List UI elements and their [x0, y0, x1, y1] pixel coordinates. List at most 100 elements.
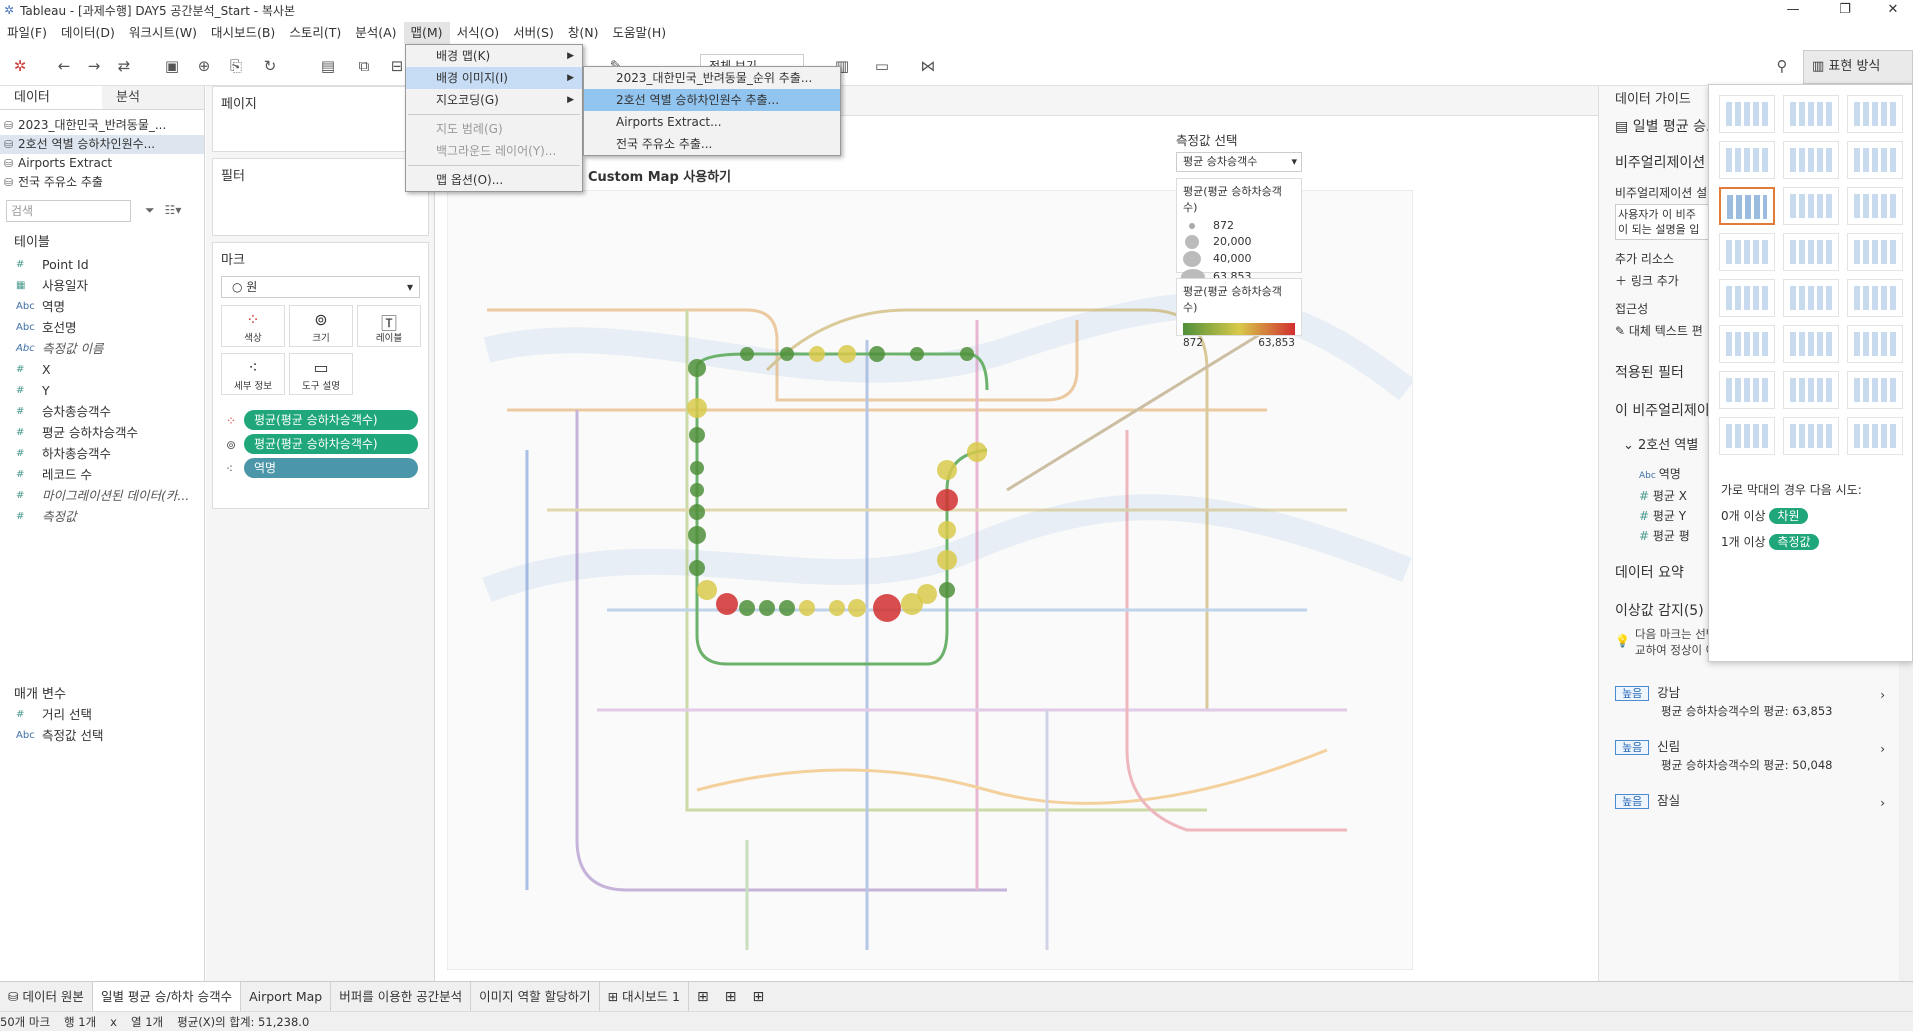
station-mark[interactable]: [960, 347, 974, 361]
station-mark[interactable]: [687, 398, 707, 418]
field-item[interactable]: # 마이그레이션된 데이터(카...: [0, 485, 204, 506]
redo-icon[interactable]: →: [82, 54, 106, 78]
tab-data[interactable]: 데이터: [0, 86, 102, 109]
station-mark[interactable]: [936, 489, 958, 511]
station-mark[interactable]: [689, 427, 705, 443]
station-mark[interactable]: [809, 346, 825, 362]
field-item[interactable]: # 평균 승하차승객수: [0, 422, 204, 443]
data-source-item[interactable]: ⛁ 2023_대한민국_반려동물_...: [0, 116, 204, 135]
field-item[interactable]: ▦ 사용일자: [0, 275, 204, 296]
new-story-icon[interactable]: ⊞: [752, 989, 764, 1005]
field-item[interactable]: # Point Id: [0, 254, 204, 275]
station-mark[interactable]: [838, 345, 856, 363]
data-summary[interactable]: 데이터 요약: [1615, 562, 1684, 582]
station-mark[interactable]: [848, 599, 866, 617]
chart-type-thumbnail[interactable]: [1847, 417, 1903, 455]
chart-type-thumbnail[interactable]: [1783, 325, 1839, 363]
outlier-item[interactable]: 높음 강남 평균 승하차승객수의 평균: 63,853 ›: [1615, 682, 1885, 722]
field-item[interactable]: # Y: [0, 380, 204, 401]
menu-item-background-image[interactable]: 배경 이미지(I) ▶: [406, 67, 582, 89]
new-sheet-icon[interactable]: ▤: [316, 54, 340, 78]
station-mark[interactable]: [697, 580, 717, 600]
chart-type-thumbnail[interactable]: [1719, 371, 1775, 409]
submenu-item[interactable]: 전국 주유소 추출...: [584, 133, 840, 155]
maximize-icon[interactable]: ❐: [1825, 0, 1865, 20]
field-item[interactable]: Abc 측정값 선택: [0, 725, 205, 746]
chart-type-thumbnail[interactable]: [1783, 141, 1839, 179]
submenu-item[interactable]: 2호선 역별 승하차인원수 추출...: [584, 89, 840, 111]
station-mark[interactable]: [799, 600, 815, 616]
undo-icon[interactable]: ←: [52, 54, 76, 78]
menu-server[interactable]: 서버(S): [506, 22, 561, 44]
menu-help[interactable]: 도움말(H): [605, 22, 673, 44]
add-link[interactable]: ＋ 링크 추가: [1615, 272, 1679, 289]
station-mark[interactable]: [759, 600, 775, 616]
menu-item-map-options[interactable]: 맵 옵션(O)...: [406, 169, 582, 191]
presentation-icon[interactable]: ▭: [870, 54, 894, 78]
station-mark[interactable]: [937, 460, 957, 480]
chart-type-thumbnail[interactable]: [1847, 95, 1903, 133]
pause-icon[interactable]: ⎘: [224, 54, 248, 78]
chart-type-thumbnail[interactable]: [1719, 279, 1775, 317]
station-mark[interactable]: [740, 347, 754, 361]
color-button[interactable]: ⁘ 색상: [221, 305, 285, 347]
menu-window[interactable]: 창(N): [561, 22, 606, 44]
chart-type-thumbnail[interactable]: [1847, 325, 1903, 363]
tab-data-source[interactable]: ⛁ 데이터 원본: [0, 981, 93, 1012]
station-mark[interactable]: [690, 461, 704, 475]
chart-type-thumbnail[interactable]: [1719, 417, 1775, 455]
station-mark[interactable]: [716, 593, 738, 615]
station-mark[interactable]: [873, 594, 901, 622]
swap-icon[interactable]: ⇄: [112, 54, 136, 78]
station-mark[interactable]: [739, 600, 755, 616]
detail-pill[interactable]: 역명: [244, 458, 418, 478]
outlier-item[interactable]: 높음 잠실 ›: [1615, 790, 1885, 830]
source-item[interactable]: ⌄ 2호선 역별: [1623, 434, 1698, 453]
chart-type-thumbnail[interactable]: [1783, 417, 1839, 455]
detail-button[interactable]: ⁖ 세부 정보: [221, 353, 285, 395]
tab-sheet[interactable]: 버퍼를 이용한 공간분석: [331, 981, 472, 1012]
chart-type-thumbnail[interactable]: [1847, 371, 1903, 409]
new-sheet-icon[interactable]: ⊞: [697, 989, 709, 1005]
duplicate-icon[interactable]: ⧉: [352, 54, 376, 78]
station-mark[interactable]: [938, 521, 956, 539]
station-mark[interactable]: [917, 584, 937, 604]
field-item[interactable]: Abc 역명: [0, 296, 204, 317]
size-button[interactable]: ⊚ 크기: [289, 305, 353, 347]
station-mark[interactable]: [967, 442, 987, 462]
minimize-icon[interactable]: —: [1773, 0, 1813, 20]
chart-type-thumbnail[interactable]: [1847, 233, 1903, 271]
station-mark[interactable]: [869, 346, 885, 362]
menu-item-background-map[interactable]: 배경 맵(K) ▶: [406, 45, 582, 67]
station-mark[interactable]: [689, 504, 705, 520]
field-item[interactable]: # 레코드 수: [0, 464, 204, 485]
chart-type-thumbnail[interactable]: [1719, 95, 1775, 133]
data-source-item[interactable]: ⛁ Airports Extract: [0, 154, 204, 173]
station-mark[interactable]: [910, 347, 924, 361]
field-item[interactable]: Abc 호선명: [0, 317, 204, 338]
chart-type-thumbnail[interactable]: [1783, 279, 1839, 317]
field-item[interactable]: # 승차총승객수: [0, 401, 204, 422]
menu-data[interactable]: 데이터(D): [54, 22, 122, 44]
tab-sheet[interactable]: 이미지 역할 할당하기: [471, 981, 600, 1012]
pages-shelf[interactable]: 페이지: [212, 86, 429, 152]
menu-dashboard[interactable]: 대시보드(B): [204, 22, 282, 44]
refresh-icon[interactable]: ↻: [258, 54, 282, 78]
station-mark[interactable]: [779, 600, 795, 616]
station-mark[interactable]: [939, 582, 955, 598]
chart-type-thumbnail[interactable]: [1719, 187, 1775, 225]
menu-analysis[interactable]: 분석(A): [348, 22, 403, 44]
chart-type-thumbnail[interactable]: [1719, 141, 1775, 179]
chart-type-thumbnail[interactable]: [1847, 141, 1903, 179]
field-item[interactable]: # 거리 선택: [0, 704, 205, 725]
size-pill[interactable]: 평균(평균 승하차승객수): [244, 434, 418, 454]
submenu-item[interactable]: 2023_대한민국_반려동물_순위 추출...: [584, 67, 840, 89]
chart-type-thumbnail[interactable]: [1783, 95, 1839, 133]
tab-sheet[interactable]: Airport Map: [241, 981, 332, 1012]
new-datasource-icon[interactable]: ⊕: [192, 54, 216, 78]
station-mark[interactable]: [829, 600, 845, 616]
mark-type-dropdown[interactable]: ○ 원 ▾: [221, 276, 420, 298]
color-pill[interactable]: 평균(평균 승하차승객수): [244, 410, 418, 430]
measure-select-dropdown[interactable]: 평균 승차승객수 ▾: [1176, 152, 1302, 172]
menu-worksheet[interactable]: 워크시트(W): [122, 22, 204, 44]
